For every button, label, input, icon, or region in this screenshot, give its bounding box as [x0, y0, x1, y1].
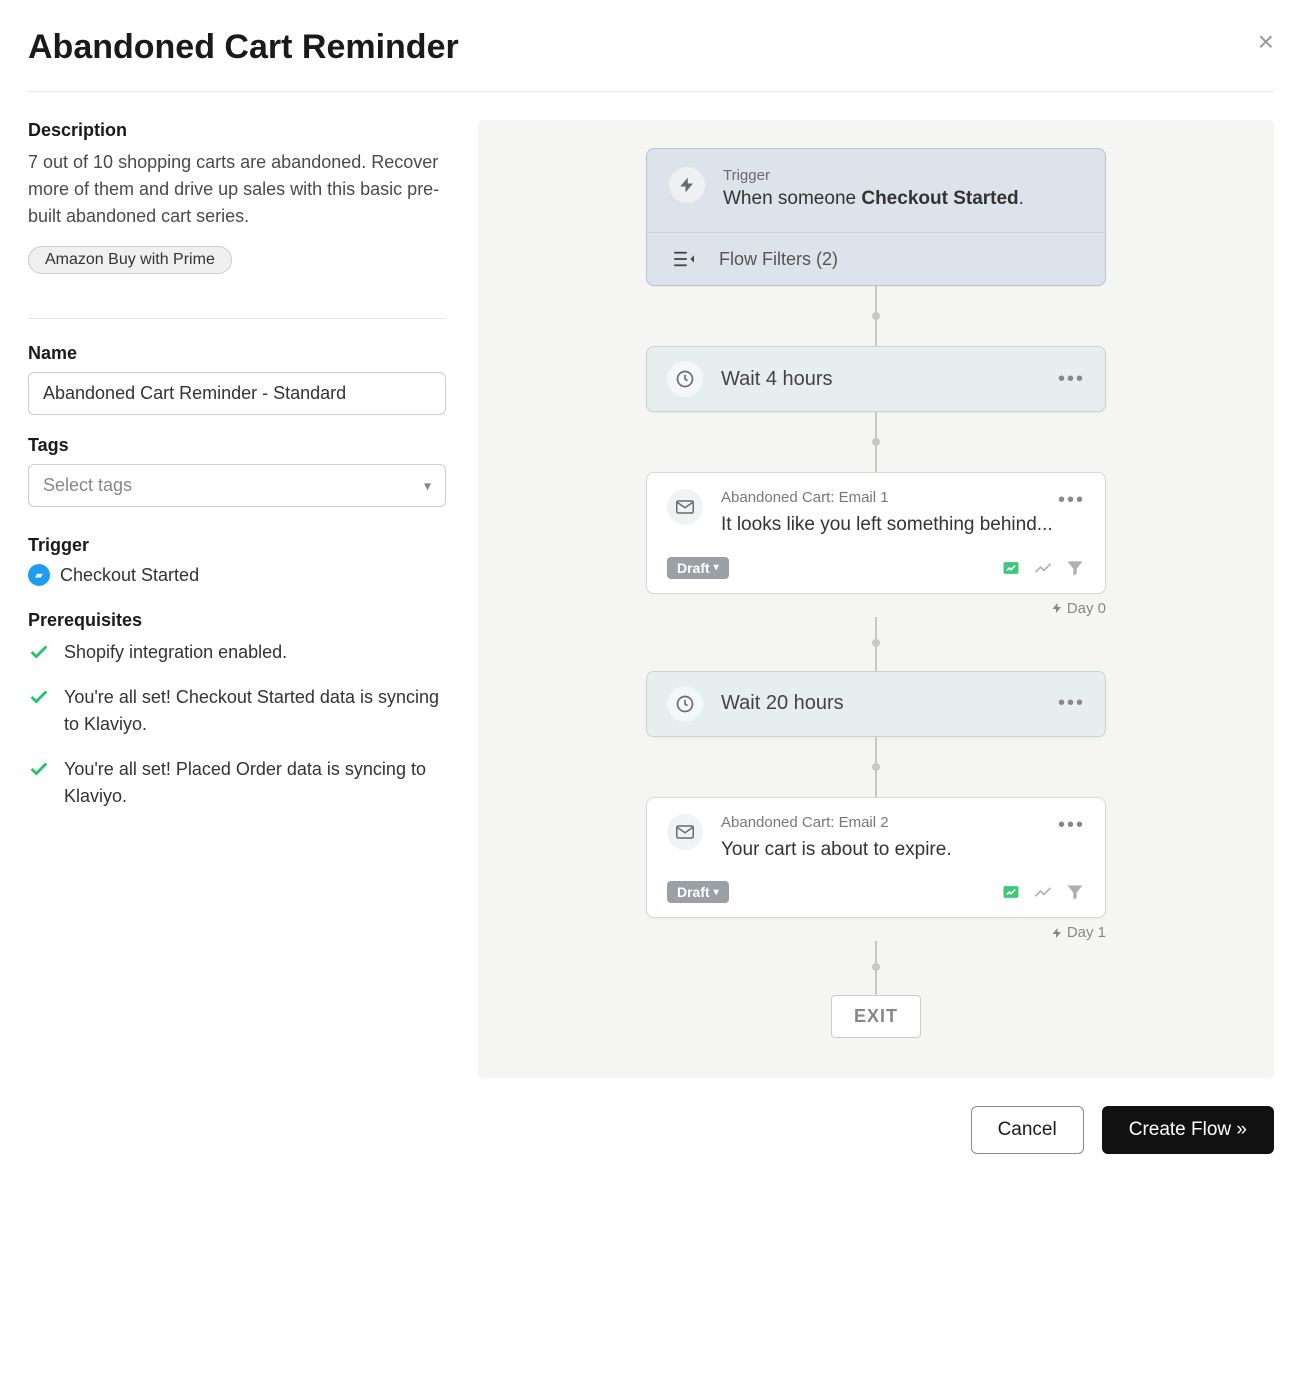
smart-send-icon[interactable]: [1001, 882, 1021, 902]
more-icon[interactable]: •••: [1058, 368, 1085, 391]
wait-duration: Wait 4 hours: [721, 368, 1040, 391]
prerequisite-item: You're all set! Checkout Started data is…: [28, 684, 446, 738]
connector: [875, 737, 877, 797]
more-icon[interactable]: •••: [1058, 814, 1085, 837]
description-text: 7 out of 10 shopping carts are abandoned…: [28, 149, 446, 230]
more-icon[interactable]: •••: [1058, 489, 1085, 512]
more-icon[interactable]: •••: [1058, 692, 1085, 715]
flow-filters-label: Flow Filters (2): [719, 249, 838, 270]
wait-card[interactable]: Wait 20 hours •••: [646, 671, 1106, 737]
prerequisite-item: You're all set! Placed Order data is syn…: [28, 756, 446, 810]
prerequisites-label: Prerequisites: [28, 610, 446, 631]
email-subject: Your cart is about to expire.: [721, 837, 1085, 864]
analytics-icon[interactable]: [1033, 882, 1053, 902]
create-flow-button[interactable]: Create Flow »: [1102, 1106, 1274, 1154]
trigger-value: Checkout Started: [60, 565, 199, 586]
lightning-icon: [669, 167, 705, 203]
wait-duration: Wait 20 hours: [721, 692, 1040, 715]
funnel-icon[interactable]: [1065, 882, 1085, 902]
prerequisites-list: Shopify integration enabled. You're all …: [28, 639, 446, 810]
filter-list-icon: [669, 247, 701, 271]
flow-canvas: Trigger When someone Checkout Started. F…: [478, 120, 1274, 1078]
email-icon: [667, 814, 703, 850]
clock-icon: [667, 686, 703, 722]
description-label: Description: [28, 120, 446, 141]
checkmark-icon: [28, 641, 50, 663]
funnel-icon[interactable]: [1065, 558, 1085, 578]
tags-select[interactable]: Select tags: [28, 464, 446, 507]
divider: [28, 318, 446, 319]
day-marker: Day 0: [646, 600, 1106, 617]
trigger-label: Trigger: [28, 535, 446, 556]
page-title: Abandoned Cart Reminder: [28, 28, 459, 67]
integration-tag: Amazon Buy with Prime: [28, 246, 232, 274]
bolt-icon: [1051, 927, 1063, 939]
flow-filters-row[interactable]: Flow Filters (2): [647, 232, 1105, 285]
bolt-icon: [1051, 602, 1063, 614]
clock-icon: [667, 361, 703, 397]
connector: [875, 617, 877, 671]
close-button[interactable]: ×: [1258, 28, 1274, 56]
connector: [875, 286, 877, 346]
prerequisite-item: Shopify integration enabled.: [28, 639, 446, 666]
name-label: Name: [28, 343, 446, 364]
wait-card[interactable]: Wait 4 hours •••: [646, 346, 1106, 412]
email-name: Abandoned Cart: Email 2: [721, 814, 889, 831]
status-badge[interactable]: Draft: [667, 881, 729, 903]
trigger-card-label: Trigger: [723, 167, 1024, 184]
exit-node: EXIT: [831, 995, 921, 1038]
tags-label: Tags: [28, 435, 446, 456]
connector: [875, 412, 877, 472]
checkmark-icon: [28, 758, 50, 780]
status-badge[interactable]: Draft: [667, 557, 729, 579]
email-icon: [667, 489, 703, 525]
name-input[interactable]: [28, 372, 446, 415]
smart-send-icon[interactable]: [1001, 558, 1021, 578]
email-card[interactable]: Abandoned Cart: Email 1 ••• It looks lik…: [646, 472, 1106, 594]
trigger-integration-icon: ▰: [28, 564, 50, 586]
connector: [875, 941, 877, 995]
close-icon: ×: [1258, 26, 1274, 57]
email-card[interactable]: Abandoned Cart: Email 2 ••• Your cart is…: [646, 797, 1106, 919]
trigger-card[interactable]: Trigger When someone Checkout Started. F…: [646, 148, 1106, 286]
prerequisite-text: You're all set! Placed Order data is syn…: [64, 756, 446, 810]
prerequisite-text: Shopify integration enabled.: [64, 639, 287, 666]
email-subject: It looks like you left something behind.…: [721, 512, 1085, 539]
prerequisite-text: You're all set! Checkout Started data is…: [64, 684, 446, 738]
checkmark-icon: [28, 686, 50, 708]
trigger-card-desc: When someone Checkout Started.: [723, 188, 1024, 210]
sidebar: Description 7 out of 10 shopping carts a…: [28, 120, 446, 1078]
day-marker: Day 1: [646, 924, 1106, 941]
analytics-icon[interactable]: [1033, 558, 1053, 578]
cancel-button[interactable]: Cancel: [971, 1106, 1084, 1154]
email-name: Abandoned Cart: Email 1: [721, 489, 889, 506]
